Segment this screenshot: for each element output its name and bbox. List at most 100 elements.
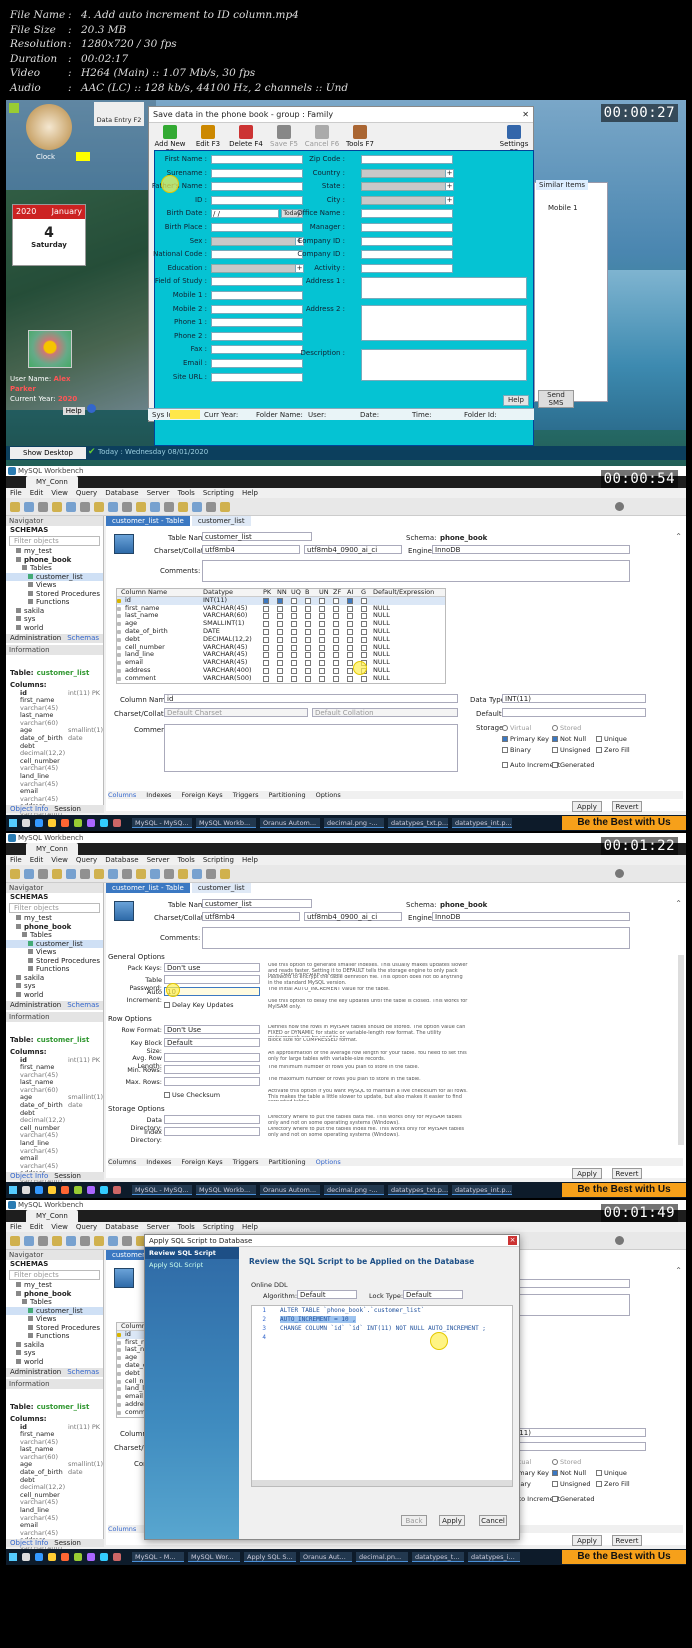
taskbar-app-icon[interactable]: [48, 1186, 56, 1194]
apply-button[interactable]: Apply: [572, 801, 602, 812]
object-info-tab[interactable]: Object Info: [10, 1172, 48, 1180]
toolbar-tool-icon[interactable]: [192, 502, 202, 512]
storage-checkbox[interactable]: [502, 725, 508, 731]
storage-checkbox[interactable]: [502, 747, 508, 753]
grid-checkbox[interactable]: [333, 628, 339, 635]
menu-item-view[interactable]: View: [51, 489, 68, 497]
grid-checkbox[interactable]: [291, 621, 297, 628]
menu-item-view[interactable]: View: [51, 1223, 68, 1231]
add-icon[interactable]: +: [445, 182, 454, 192]
bottom-tab-foreign-keys[interactable]: Foreign Keys: [181, 791, 222, 799]
collapse-icon[interactable]: ⌃: [675, 1266, 682, 1275]
apply-button[interactable]: Apply: [439, 1515, 465, 1526]
bottom-tab-triggers[interactable]: Triggers: [233, 1158, 259, 1166]
grid-checkbox[interactable]: [305, 605, 311, 612]
column-comments-input[interactable]: [164, 724, 458, 772]
grid-checkbox[interactable]: [305, 652, 311, 659]
grid-checkbox[interactable]: [263, 636, 269, 643]
taskbar-window[interactable]: MySQL - M...: [132, 1552, 184, 1562]
session-tab[interactable]: Session: [54, 805, 81, 813]
storage-checkbox[interactable]: [596, 736, 602, 742]
toolbar-tool-icon[interactable]: [10, 869, 20, 879]
delay-key-checkbox[interactable]: [164, 1002, 170, 1008]
grid-checkbox[interactable]: [263, 644, 269, 651]
taskbar-window[interactable]: datatypes_t...: [412, 1552, 464, 1562]
storage-checkbox[interactable]: [552, 1459, 558, 1465]
grid-checkbox[interactable]: [291, 652, 297, 659]
grid-checkbox[interactable]: [277, 621, 283, 628]
grid-checkbox[interactable]: [291, 644, 297, 651]
form-field[interactable]: [361, 168, 453, 178]
schema-tree-item[interactable]: Functions: [6, 1332, 103, 1341]
grid-checkbox[interactable]: [305, 613, 311, 620]
taskbar-window[interactable]: Oranus Autom...: [260, 1185, 320, 1195]
min-rows-input[interactable]: [164, 1065, 260, 1074]
storage-option[interactable]: Unique: [596, 1469, 627, 1477]
grid-checkbox[interactable]: [361, 628, 367, 635]
storage-checkbox[interactable]: [552, 725, 558, 731]
toolbar-tool-icon[interactable]: [178, 502, 188, 512]
grid-checkbox[interactable]: [305, 636, 311, 643]
grid-checkbox[interactable]: [347, 621, 353, 628]
form-field[interactable]: [361, 305, 527, 341]
taskbar-app-icon[interactable]: [113, 1553, 121, 1561]
cancel-button[interactable]: Cancel: [479, 1515, 507, 1526]
storage-option[interactable]: Stored: [552, 1458, 581, 1466]
toolbar-tool-icon[interactable]: [38, 869, 48, 879]
toolbar-tool-icon[interactable]: [38, 1236, 48, 1246]
taskbar-app-icon[interactable]: [61, 1553, 69, 1561]
apply-button[interactable]: Apply: [572, 1535, 602, 1546]
gear-icon[interactable]: [615, 869, 624, 878]
grid-checkbox[interactable]: [291, 667, 297, 674]
object-info-tab[interactable]: Object Info: [10, 805, 48, 813]
session-tab[interactable]: Session: [54, 1539, 81, 1547]
taskbar-window[interactable]: datatypes_int.p...: [452, 818, 512, 828]
bottom-tab-columns[interactable]: Columns: [108, 1525, 136, 1533]
taskbar-app-icon[interactable]: [87, 819, 95, 827]
grid-checkbox[interactable]: [291, 605, 297, 612]
toolbar-tool-icon[interactable]: [192, 869, 202, 879]
collapse-icon[interactable]: ⌃: [675, 532, 682, 541]
taskbar-window[interactable]: MySQL Wor...: [188, 1552, 240, 1562]
storage-checkbox[interactable]: [552, 747, 558, 753]
grid-checkbox[interactable]: [361, 597, 367, 604]
column-charset-select[interactable]: Default Charset: [164, 708, 308, 717]
taskbar-window[interactable]: MySQL Workb...: [196, 1185, 256, 1195]
grid-checkbox[interactable]: [347, 652, 353, 659]
grid-checkbox[interactable]: [347, 636, 353, 643]
grid-checkbox[interactable]: [361, 605, 367, 612]
schema-tree-item[interactable]: Views: [6, 948, 103, 957]
toolbar-tool-icon[interactable]: [150, 502, 160, 512]
grid-checkbox[interactable]: [277, 597, 283, 604]
gear-icon[interactable]: [615, 502, 624, 511]
grid-checkbox[interactable]: [361, 652, 367, 659]
menu-item-help[interactable]: Help: [242, 489, 258, 497]
taskbar-window[interactable]: Apply SQL S...: [244, 1552, 296, 1562]
schema-tree-item[interactable]: world: [6, 1358, 103, 1367]
menu-item-file[interactable]: File: [10, 856, 22, 864]
sql-script-editor[interactable]: 1 ALTER TABLE `phone_book`.`customer_list…: [251, 1305, 513, 1487]
form-field[interactable]: [361, 195, 453, 205]
close-icon[interactable]: ✕: [522, 107, 533, 122]
send-sms-button[interactable]: Send SMS: [538, 390, 574, 408]
grid-checkbox[interactable]: [263, 605, 269, 612]
bottom-tab-options[interactable]: Options: [316, 1158, 341, 1166]
grid-checkbox[interactable]: [263, 613, 269, 620]
taskbar-window[interactable]: decimal.pn...: [356, 1552, 408, 1562]
taskbar-app-icon[interactable]: [22, 1186, 30, 1194]
taskbar-app-icon[interactable]: [48, 819, 56, 827]
grid-checkbox[interactable]: [347, 644, 353, 651]
grid-checkbox[interactable]: [291, 628, 297, 635]
start-icon[interactable]: [9, 1186, 17, 1194]
menu-item-file[interactable]: File: [10, 489, 22, 497]
storage-checkbox[interactable]: [552, 762, 558, 768]
form-field[interactable]: [361, 236, 453, 246]
menu-item-edit[interactable]: Edit: [30, 1223, 44, 1231]
storage-option[interactable]: Stored: [552, 724, 581, 732]
toolbar-tool-icon[interactable]: [164, 869, 174, 879]
toolbar-tool-icon[interactable]: [122, 502, 132, 512]
grid-checkbox[interactable]: [333, 675, 339, 682]
grid-checkbox[interactable]: [277, 628, 283, 635]
toolbar-tool-icon[interactable]: [136, 869, 146, 879]
toolbar-tool-icon[interactable]: [24, 869, 34, 879]
